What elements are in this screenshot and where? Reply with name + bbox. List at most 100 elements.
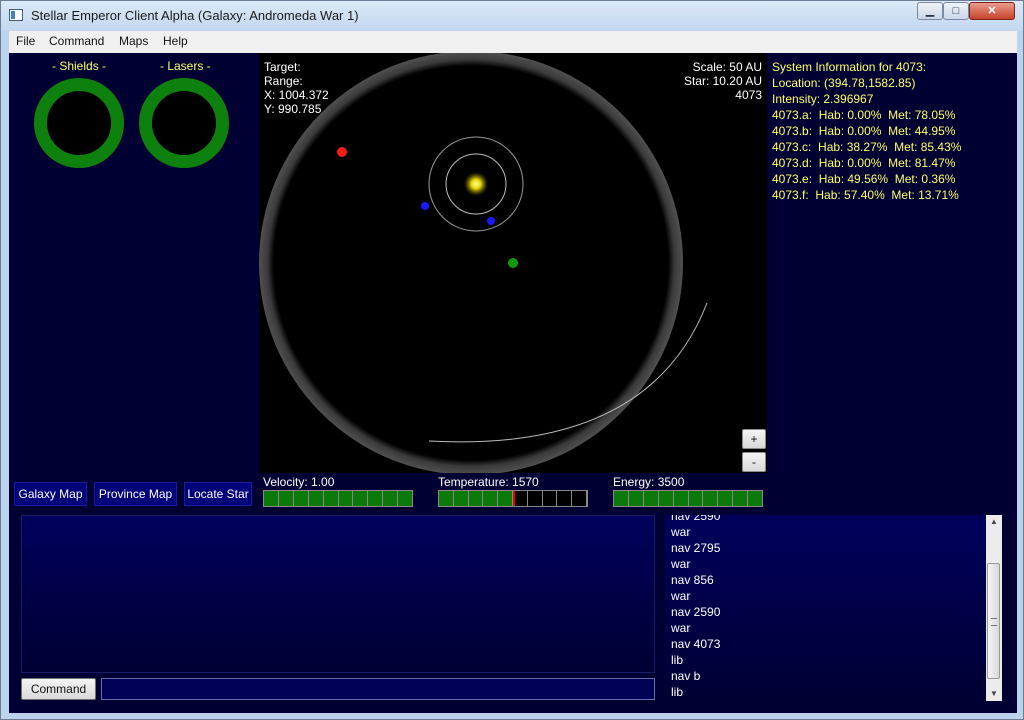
meter-segment: [453, 491, 469, 506]
planet-info: 4073.b: Hab: 0.00% Met: 44.95%: [772, 124, 956, 138]
menu-maps[interactable]: Maps: [119, 34, 148, 48]
maximize-button[interactable]: □: [943, 2, 969, 20]
planet-info: 4073.f: Hab: 57.40% Met: 13.71%: [772, 188, 959, 202]
locate-star-button[interactable]: Locate Star: [184, 482, 252, 506]
system-location: Location: (394.78,1582.85): [772, 76, 916, 90]
planet-info: 4073.d: Hab: 0.00% Met: 81.47%: [772, 156, 956, 170]
log-line: nav 856: [671, 573, 714, 587]
log-line: war: [671, 557, 691, 571]
log-line: war: [671, 621, 691, 635]
meter-segment: [483, 491, 499, 506]
meter-segment: [543, 491, 558, 506]
map-readout-left: Target: Range: X: 1004.372 Y: 990.785: [264, 60, 329, 116]
log-line: nav 2795: [671, 541, 721, 555]
window-title: Stellar Emperor Client Alpha (Galaxy: An…: [31, 8, 359, 23]
command-log[interactable]: nav 2590 war nav 2795 war nav 856 war nav 2590…: [665, 515, 1002, 701]
log-line: nav b: [671, 669, 701, 683]
planet-blue-1[interactable]: [421, 202, 429, 210]
x-coordinate: X: 1004.372: [264, 88, 329, 102]
lasers-label: - Lasers -: [160, 59, 211, 73]
command-button[interactable]: Command: [21, 678, 96, 700]
close-button[interactable]: ✕: [969, 2, 1015, 20]
velocity-meter: [263, 490, 413, 507]
meter-segment: [643, 491, 659, 506]
system-info-title: System Information for 4073:: [772, 60, 927, 74]
star-distance-text: Star: 10.20 AU: [683, 74, 762, 88]
map-boundary: [259, 53, 683, 473]
scroll-down-icon[interactable]: ▼: [986, 687, 1002, 701]
meter-segment: [264, 491, 279, 506]
planet-green[interactable]: [508, 258, 518, 268]
planet-info: 4073.c: Hab: 38.27% Met: 85.43%: [772, 140, 962, 154]
meter-segment: [278, 491, 294, 506]
planet-red[interactable]: [337, 147, 347, 157]
temperature-label: Temperature: 1570: [438, 475, 539, 489]
temperature-marker: [513, 491, 515, 506]
meter-segment: [293, 491, 309, 506]
zoom-out-button[interactable]: -: [742, 452, 766, 472]
zoom-in-button[interactable]: +: [742, 429, 766, 449]
scroll-up-icon[interactable]: ▲: [986, 515, 1002, 529]
minimize-button[interactable]: ▁: [917, 2, 943, 20]
meter-segment: [323, 491, 339, 506]
meter-segment: [628, 491, 644, 506]
energy-meter: [613, 490, 763, 507]
main-panel: - Shields - - Lasers - Target: Range: X:…: [9, 53, 1017, 713]
meter-segment: [383, 491, 399, 506]
lasers-gauge: [139, 78, 229, 168]
meter-segment: [718, 491, 734, 506]
province-map-button[interactable]: Province Map: [94, 482, 177, 506]
meter-segment: [513, 491, 528, 506]
menu-bar: File Command Maps Help: [9, 31, 1017, 54]
temperature-meter: [438, 490, 588, 507]
meter-segment: [557, 491, 573, 506]
meter-segment: [658, 491, 674, 506]
meter-segment: [398, 491, 413, 506]
star-sun[interactable]: [464, 172, 488, 196]
meter-segment: [468, 491, 484, 506]
log-scrollbar[interactable]: ▲ ▼: [986, 515, 1002, 701]
star-id-text: 4073: [735, 88, 762, 102]
y-coordinate: Y: 990.785: [264, 102, 322, 116]
meter-segment: [498, 491, 513, 506]
log-line: nav 2590: [671, 515, 721, 523]
log-line: lib: [671, 653, 684, 667]
log-list: nav 2590 war nav 2795 war nav 856 war nav 2590…: [671, 515, 720, 700]
meter-segment: [673, 491, 689, 506]
map-readout-right: Scale: 50 AU Star: 10.20 AU 4073: [684, 60, 762, 102]
app-icon: [9, 9, 23, 21]
meter-segment: [528, 491, 543, 506]
menu-command[interactable]: Command: [49, 34, 104, 48]
velocity-label: Velocity: 1.00: [263, 475, 335, 489]
meter-segment: [688, 491, 704, 506]
meter-segment: [338, 491, 354, 506]
planet-info: 4073.e: Hab: 49.56% Met: 0.36%: [772, 172, 956, 186]
scale-text: Scale: 50 AU: [692, 60, 762, 74]
meter-segment: [733, 491, 749, 506]
menu-help[interactable]: Help: [163, 34, 188, 48]
command-input[interactable]: [101, 678, 655, 700]
app-window: Stellar Emperor Client Alpha (Galaxy: An…: [0, 0, 1024, 720]
scroll-thumb[interactable]: [987, 563, 1000, 679]
target-text: Target:: [264, 60, 301, 74]
meter-segment: [368, 491, 384, 506]
log-line: nav 2590: [671, 605, 721, 619]
planet-blue-2[interactable]: [487, 217, 495, 225]
system-intensity: Intensity: 2.396967: [772, 92, 874, 106]
grip-icon: [991, 618, 997, 626]
galaxy-map-button[interactable]: Galaxy Map: [14, 482, 87, 506]
meter-segment: [353, 491, 369, 506]
energy-label: Energy: 3500: [613, 475, 685, 489]
star-map-canvas[interactable]: [259, 53, 767, 473]
meter-segment: [703, 491, 719, 506]
meter-segment: [572, 491, 587, 506]
log-line: war: [671, 525, 691, 539]
menu-file[interactable]: File: [16, 34, 35, 48]
star-map[interactable]: Target: Range: X: 1004.372 Y: 990.785 Sc…: [259, 53, 767, 473]
log-line: lib: [671, 685, 684, 699]
range-text: Range:: [264, 74, 303, 88]
log-line: nav 4073: [671, 637, 721, 651]
title-bar: Stellar Emperor Client Alpha (Galaxy: An…: [1, 1, 1023, 31]
meter-segment: [614, 491, 629, 506]
shields-label: - Shields -: [52, 59, 107, 73]
